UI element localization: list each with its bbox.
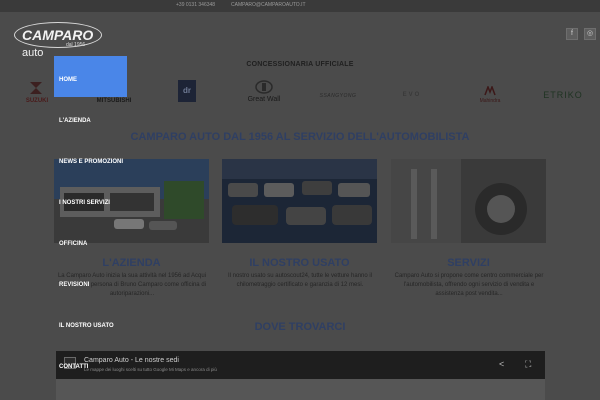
brand-mahindra[interactable]: Mahindra [470,84,510,104]
menu-item-revisioni[interactable]: REVISIONI [54,282,127,288]
share-icon[interactable]: < [499,359,504,369]
menu-item-news[interactable]: NEWS E PROMOZIONI [54,159,127,165]
brand-dr[interactable]: dr [178,80,198,102]
menu-item-azienda[interactable]: L'AZIENDA [54,118,127,124]
menu-item-contatti[interactable]: CONTATTI [54,364,127,370]
mobile-menu: HOME L'AZIENDA NEWS E PROMOZIONI I NOSTR… [54,56,154,400]
servizi-title[interactable]: SERVIZI [391,257,546,269]
usato-title[interactable]: IL NOSTRO USATO [222,257,377,269]
suzuki-logo-icon [30,82,42,94]
brand-great-wall[interactable]: Great Wall [244,80,284,103]
instagram-icon[interactable]: ◎ [584,28,596,40]
servizi-text: Camparo Auto si propone come centro comm… [394,273,544,297]
usato-text: Il nostro usato su autoscout24, tutte le… [227,273,373,288]
usato-image[interactable] [222,159,377,243]
menu-item-usato[interactable]: IL NOSTRO USATO [54,323,127,329]
dr-logo-icon: dr [178,80,196,102]
brand-ssangyong[interactable]: SSANGYONG [316,93,360,99]
menu-item-home[interactable]: HOME [54,56,127,97]
menu-item-officina[interactable]: OFFICINA [54,241,127,247]
brand-suzuki[interactable]: SUZUKI [22,80,52,104]
facebook-icon[interactable]: f [566,28,578,40]
fullscreen-icon[interactable]: ⛶ [525,359,531,370]
great-wall-logo-icon [255,80,273,94]
header: CAMPARO auto dal 1956 f ◎ [0,12,600,59]
top-bar: +39 0131 346348 CAMPARO@CAMPAROAUTO.IT [0,0,600,12]
phone-text[interactable]: +39 0131 346348 [176,2,215,8]
servizi-image[interactable] [391,159,546,243]
logo-brand: CAMPARO auto [22,27,94,59]
servizi-workshop-image [391,159,546,243]
mahindra-logo-icon [484,84,496,96]
email-text[interactable]: CAMPARO@CAMPAROAUTO.IT [231,2,306,8]
usato-showroom-image [222,159,377,243]
logo-since: dal 1956 [66,42,86,48]
brand-etriko[interactable]: ETRIKO [540,90,586,100]
brand-evo[interactable]: EVO [392,92,432,98]
menu-item-servizi[interactable]: I NOSTRI SERVIZI [54,200,127,206]
camparo-logo[interactable]: CAMPARO auto dal 1956 [14,18,104,59]
